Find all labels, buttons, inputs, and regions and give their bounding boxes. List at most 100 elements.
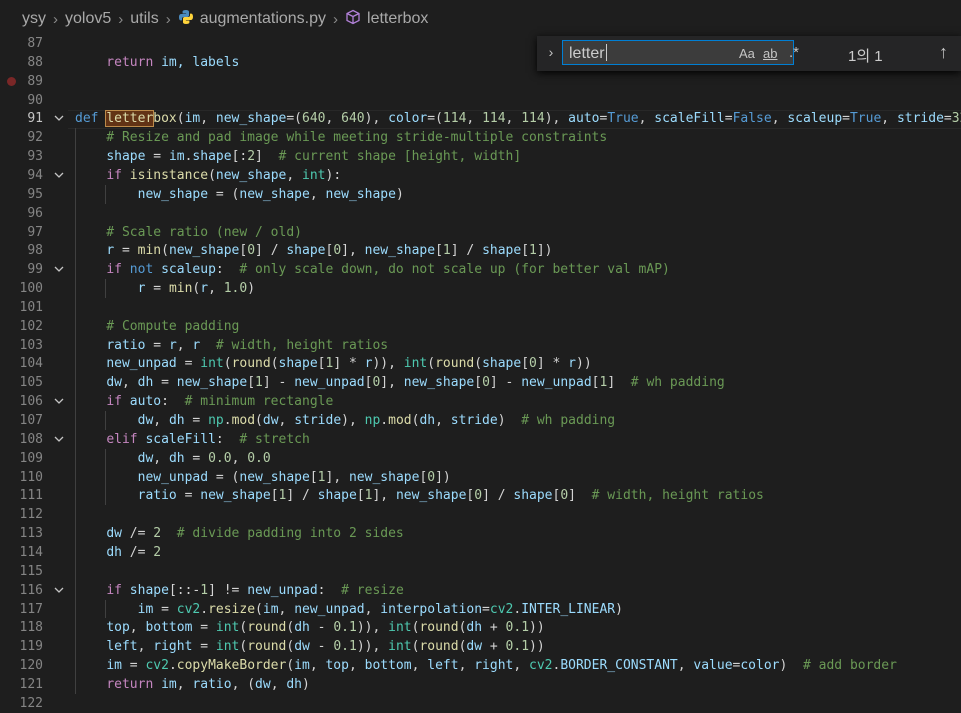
code-line[interactable]: 90: [0, 91, 961, 110]
code-line[interactable]: 107 dw, dh = np.mod(dw, stride), np.mod(…: [0, 411, 961, 430]
code-line[interactable]: 110 new_unpad = (new_shape[1], new_shape…: [0, 468, 961, 487]
breadcrumb-item-yolov5[interactable]: yolov5: [65, 10, 111, 28]
toggle-replace-icon[interactable]: ›: [543, 44, 559, 60]
code-token: 1.0: [223, 281, 248, 297]
code-token: dh: [106, 544, 122, 560]
breadcrumb-item-symbol[interactable]: letterbox: [367, 10, 428, 28]
code-token: dw: [137, 450, 154, 466]
fold-chevron-icon[interactable]: [53, 109, 67, 128]
code-token: 0: [529, 356, 537, 372]
code-token: ),: [341, 413, 365, 428]
code-text: new_shape = (new_shape, new_shape): [75, 185, 404, 204]
code-line[interactable]: 117 im = cv2.resize(im, new_unpad, inter…: [0, 600, 961, 619]
breadcrumb-item-utils[interactable]: utils: [130, 10, 158, 28]
code-line[interactable]: 120 im = cv2.copyMakeBorder(im, top, bot…: [0, 656, 961, 675]
code-token: new_unpad: [294, 601, 365, 617]
code-token: 1: [442, 243, 451, 259]
code-line[interactable]: 111 ratio = new_shape[1] / shape[1], new…: [0, 486, 961, 505]
code-line[interactable]: 115: [0, 562, 961, 581]
find-input[interactable]: letter Aa ab .*: [562, 40, 799, 65]
find-widget: › letter Aa ab .* 1의 1 ↑: [537, 36, 961, 71]
code-line[interactable]: 91 def letterbox(im, new_shape=(640, 640)…: [0, 109, 961, 128]
match-case-button[interactable]: Aa: [739, 46, 755, 61]
code-line[interactable]: 104 new_unpad = int(round(shape[1] * r))…: [0, 354, 961, 373]
code-line[interactable]: 99 if not scaleup: # only scale down, do…: [0, 260, 961, 279]
code-token: right: [153, 639, 193, 655]
code-line[interactable]: 114 dh /= 2: [0, 543, 961, 562]
code-line[interactable]: 89: [0, 72, 961, 91]
chevron-right-icon: ›: [333, 10, 339, 28]
code-token: .: [200, 601, 209, 617]
fold-chevron-icon[interactable]: [53, 392, 67, 411]
code-token: 114: [442, 111, 467, 127]
use-regex-button[interactable]: .*: [789, 44, 799, 61]
code-token: =: [121, 658, 146, 674]
code-line[interactable]: 105 dw, dh = new_shape[1] - new_unpad[0]…: [0, 373, 961, 392]
code-line[interactable]: 106 if auto: # minimum rectangle: [0, 392, 961, 411]
code-token: /=: [121, 544, 154, 560]
code-line[interactable]: 109 dw, dh = 0.0, 0.0: [0, 449, 961, 468]
code-token: isinstance: [129, 167, 209, 183]
breadcrumb-item-ysy[interactable]: ysy: [22, 10, 46, 28]
code-token: (: [255, 413, 263, 428]
code-token: shape: [482, 356, 522, 372]
code-line[interactable]: 97 # Scale ratio (new / old): [0, 223, 961, 242]
line-number: 97: [27, 224, 43, 240]
code-line[interactable]: 93 shape = im.shape[:2] # current shape …: [0, 147, 961, 166]
code-line[interactable]: 121 return im, ratio, (dw, dh): [0, 675, 961, 694]
code-token: = (: [208, 469, 240, 485]
code-token: True: [607, 111, 639, 127]
code-text: ratio = new_shape[1] / shape[1], new_sha…: [75, 486, 764, 505]
match-whole-word-button[interactable]: ab: [763, 46, 777, 61]
code-line[interactable]: 94 if isinstance(new_shape, int):: [0, 166, 961, 185]
code-line[interactable]: 118 top, bottom = int(round(dh - 0.1)), …: [0, 618, 961, 637]
code-line[interactable]: 92 # Resize and pad image while meeting …: [0, 128, 961, 147]
breadcrumb-item-file[interactable]: augmentations.py: [200, 10, 326, 28]
code-line[interactable]: 108 elif scaleFill: # stretch: [0, 430, 961, 449]
code-line[interactable]: 98 r = min(new_shape[0] / shape[0], new_…: [0, 241, 961, 260]
line-number: 107: [19, 413, 43, 428]
code-token: =: [184, 450, 209, 466]
code-token: round: [247, 639, 287, 655]
code-token: round: [231, 356, 271, 372]
breadcrumb: ysy › yolov5 › utils › augmentations.py …: [0, 0, 961, 38]
arrow-up-icon[interactable]: ↑: [939, 42, 948, 63]
code-token: 0: [474, 488, 483, 504]
code-line[interactable]: 103 ratio = r, r # width, height ratios: [0, 336, 961, 355]
line-number: 113: [19, 526, 43, 542]
code-token: [: [521, 243, 530, 259]
code-token: dw: [137, 413, 154, 428]
symbol-method-icon: [345, 9, 361, 30]
code-line[interactable]: 100 r = min(r, 1.0): [0, 279, 961, 298]
code-token: )): [529, 639, 545, 655]
code-line[interactable]: 113 dw /= 2 # divide padding into 2 side…: [0, 524, 961, 543]
code-line[interactable]: 119 left, right = int(round(dw - 0.1)), …: [0, 637, 961, 656]
indent-guide: [105, 184, 106, 204]
code-line[interactable]: 102 # Compute padding: [0, 317, 961, 336]
code-token: shape: [278, 356, 318, 372]
code-token: ] /: [450, 243, 483, 259]
code-line[interactable]: 101: [0, 298, 961, 317]
code-token: if: [106, 262, 130, 278]
code-line[interactable]: 96: [0, 204, 961, 223]
fold-chevron-icon[interactable]: [53, 166, 67, 185]
fold-chevron-icon[interactable]: [53, 260, 67, 279]
code-token: new_shape: [403, 375, 475, 391]
code-token: ]: [607, 375, 631, 391]
code-line[interactable]: 116 if shape[::-1] != new_unpad: # resiz…: [0, 581, 961, 600]
code-token: -: [309, 620, 334, 636]
fold-chevron-icon[interactable]: [53, 581, 67, 600]
code-line[interactable]: 112: [0, 505, 961, 524]
code-editor[interactable]: 87 88 return im, labels 89 90 91 def letterbo…: [0, 34, 961, 711]
code-token: :: [215, 431, 240, 447]
code-token: new_unpad: [294, 375, 365, 391]
code-token: ): [302, 676, 310, 692]
fold-chevron-icon[interactable]: [53, 430, 67, 449]
code-line[interactable]: 122: [0, 694, 961, 713]
code-line[interactable]: 95 new_shape = (new_shape, new_shape): [0, 185, 961, 204]
